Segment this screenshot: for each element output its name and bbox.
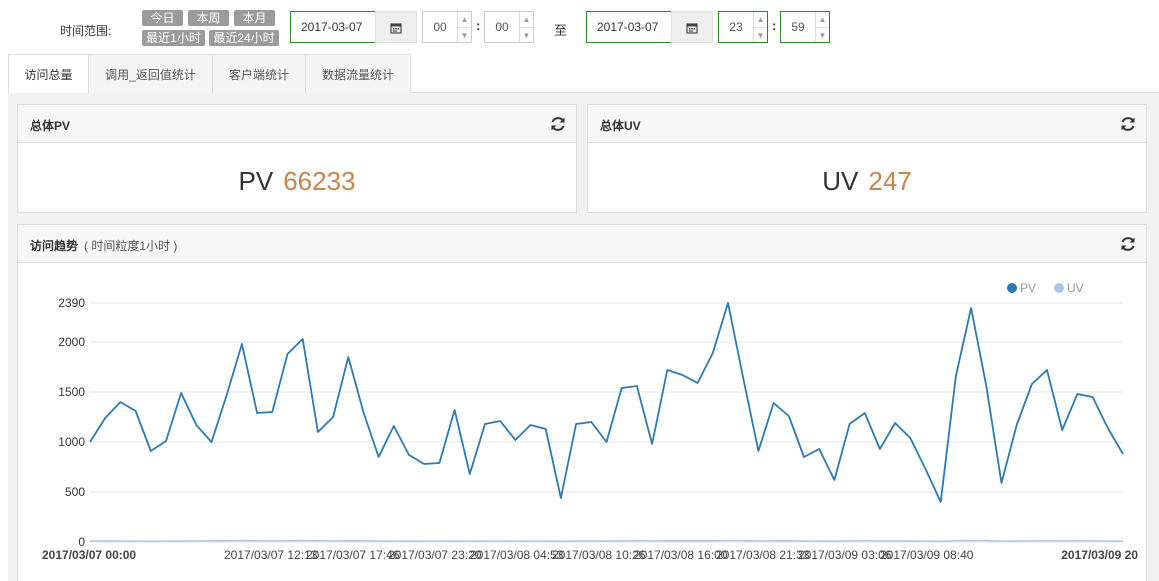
uv-panel: 总体UV UV 247	[587, 104, 1147, 213]
this-month-button[interactable]: 本月	[234, 10, 275, 26]
end-minute-arrows[interactable]: ▲ ▼	[815, 12, 829, 42]
chevron-down-icon[interactable]: ▼	[816, 27, 829, 42]
y-tick-label: 1000	[58, 435, 85, 449]
uv-stat-value: 247	[868, 166, 912, 196]
uv-panel-title: 总体UV	[600, 119, 641, 133]
calendar-icon	[390, 22, 402, 34]
chevron-up-icon[interactable]: ▲	[754, 12, 767, 27]
pv-stat: PV 66233	[18, 143, 576, 213]
y-tick-label: 500	[65, 485, 85, 499]
y-tick-label: 2000	[58, 335, 85, 349]
pv-panel-header: 总体PV	[18, 105, 576, 143]
start-hour-value: 00	[433, 20, 447, 34]
chevron-down-icon[interactable]: ▼	[754, 27, 767, 42]
legend-label: PV	[1020, 281, 1036, 295]
trend-subtitle: ( 时间粒度1小时 )	[84, 239, 178, 253]
x-tick-label: 2017/03/07 00:00	[42, 548, 136, 562]
trend-panel: 访问趋势 ( 时间粒度1小时 ) 0 500 1000 1500 2000 2390 2017…	[17, 224, 1147, 581]
y-tick-label: 1500	[58, 385, 85, 399]
start-minute-value: 00	[495, 20, 509, 34]
legend-marker-pv	[1007, 283, 1017, 293]
end-hour-stepper[interactable]: 23 ▲ ▼	[718, 11, 768, 43]
start-date-value: 2017-03-07	[301, 20, 363, 34]
uv-stat: UV 247	[588, 143, 1146, 213]
x-tick-label: 2017/03/07 17:46	[306, 548, 400, 562]
pv-panel-title: 总体PV	[30, 119, 71, 133]
trend-panel-header: 访问趋势 ( 时间粒度1小时 )	[18, 225, 1146, 263]
y-tick-label: 2390	[58, 296, 85, 310]
chevron-down-icon[interactable]: ▼	[520, 27, 533, 42]
x-tick-label: 2017/03/08 10:26	[552, 548, 646, 562]
start-hour-arrows[interactable]: ▲ ▼	[457, 12, 471, 42]
pv-stat-value: 66233	[283, 166, 356, 196]
today-button[interactable]: 今日	[142, 10, 183, 26]
start-hour-stepper[interactable]: 00 ▲ ▼	[422, 11, 472, 43]
refresh-icon[interactable]	[1118, 234, 1138, 254]
to-label: 至	[554, 23, 568, 38]
tab-data-traffic-stats[interactable]: 数据流量统计	[305, 54, 411, 93]
end-minute-value: 59	[791, 20, 805, 34]
trend-panel-title: 访问趋势 ( 时间粒度1小时 )	[30, 237, 177, 254]
end-date-value: 2017-03-07	[597, 20, 659, 34]
tab-bar: 访问总量 调用_返回值统计 客户端统计 数据流量统计	[8, 54, 1159, 94]
chevron-up-icon[interactable]: ▲	[520, 12, 533, 27]
series-line-uv	[89, 539, 1124, 542]
legend-label: UV	[1067, 281, 1084, 295]
uv-stat-label: UV	[822, 166, 859, 196]
trend-chart: 0 500 1000 1500 2000 2390 2017/03/07 00:00 2017…	[42, 281, 1138, 562]
last-24-hours-button[interactable]: 最近24小时	[209, 30, 279, 46]
x-tick-label: 2017/03/09 03:06	[798, 548, 892, 562]
x-tick-label: 2017/03/08 04:53	[470, 548, 564, 562]
last-1-hour-button[interactable]: 最近1小时	[142, 30, 205, 46]
content-area: 总体PV PV 66233 总体UV UV 247 访问趋势 (时间粒度1小时…	[8, 93, 1159, 581]
time-range-label: 时间范围:	[60, 24, 112, 38]
time-separator: :	[476, 18, 481, 33]
refresh-icon[interactable]	[548, 114, 568, 134]
tab-client-stats[interactable]: 客户端统计	[212, 54, 306, 93]
end-hour-value: 23	[729, 20, 743, 34]
pv-panel: 总体PV PV 66233	[17, 104, 577, 213]
chevron-up-icon[interactable]: ▲	[458, 12, 471, 27]
x-tick-label: 2017/03/08 16:00	[634, 548, 728, 562]
trend-title-text: 访问趋势	[30, 239, 79, 253]
end-minute-stepper[interactable]: 59 ▲ ▼	[780, 11, 830, 43]
x-tick-label: 2017/03/07 23:20	[388, 548, 482, 562]
chevron-down-icon[interactable]: ▼	[458, 27, 471, 42]
y-tick-label: 0	[78, 535, 85, 549]
tab-total-visits[interactable]: 访问总量	[8, 54, 89, 94]
time-separator: :	[772, 18, 777, 33]
legend-marker-uv	[1054, 283, 1064, 293]
this-week-button[interactable]: 本周	[188, 10, 229, 26]
end-calendar-button[interactable]	[671, 11, 713, 43]
start-date-input[interactable]: 2017-03-07	[290, 11, 376, 43]
refresh-icon[interactable]	[1118, 114, 1138, 134]
end-hour-arrows[interactable]: ▲ ▼	[753, 12, 767, 42]
chevron-up-icon[interactable]: ▲	[816, 12, 829, 27]
time-range-bar: 时间范围: 今日 本周 本月 最近1小时 最近24小时 2017-03-07 0…	[0, 0, 1159, 50]
x-tick-label: 2017/03/08 21:33	[716, 548, 810, 562]
start-minute-stepper[interactable]: 00 ▲ ▼	[484, 11, 534, 43]
start-minute-arrows[interactable]: ▲ ▼	[519, 12, 533, 42]
start-calendar-button[interactable]	[375, 11, 417, 43]
calendar-icon	[686, 22, 698, 34]
x-tick-label: 2017/03/07 12:13	[224, 548, 318, 562]
uv-panel-header: 总体UV	[588, 105, 1146, 143]
x-tick-label: 2017/03/09 20	[1061, 548, 1138, 562]
series-line-pv	[89, 302, 1124, 503]
x-tick-label: 2017/03/09 08:40	[880, 548, 974, 562]
pv-stat-label: PV	[238, 166, 274, 196]
end-date-input[interactable]: 2017-03-07	[586, 11, 672, 43]
tab-call-return-stats[interactable]: 调用_返回值统计	[88, 54, 213, 93]
